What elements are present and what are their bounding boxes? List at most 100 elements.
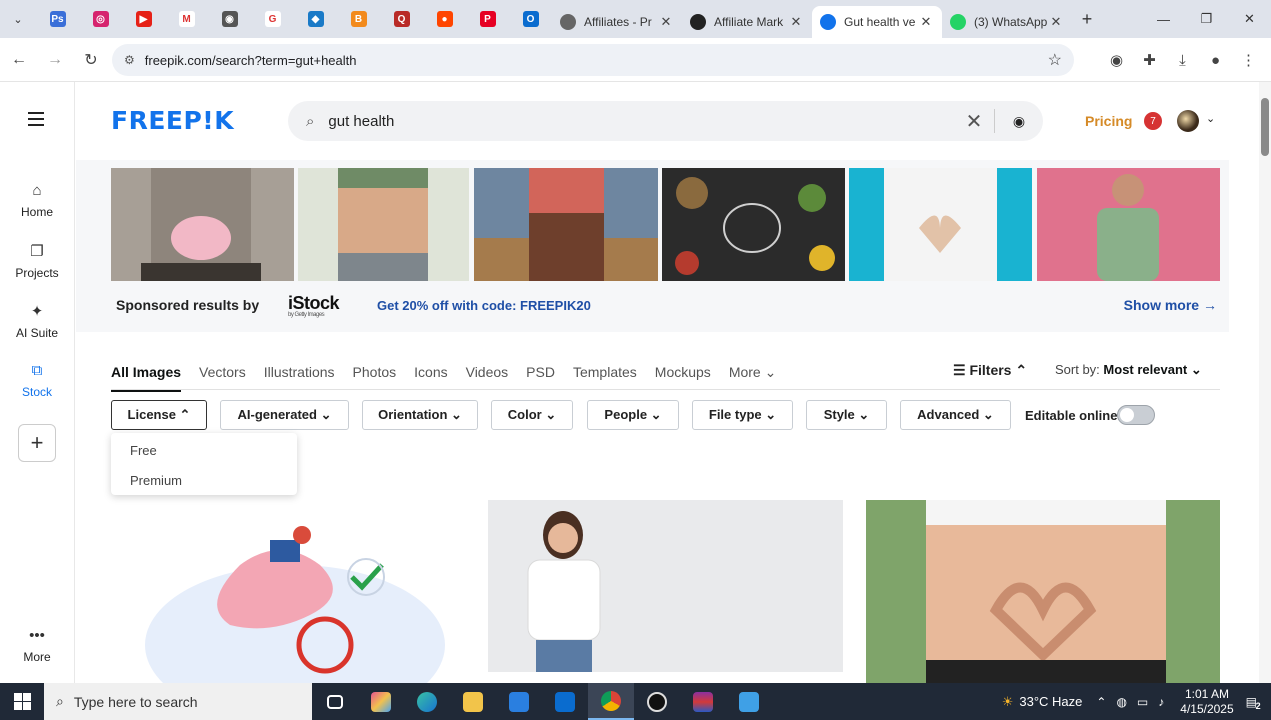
notification-badge[interactable]: 7 [1144, 112, 1162, 130]
recorder-icon[interactable] [634, 683, 680, 720]
taskbar-clock[interactable]: 1:01 AM 4/15/2025 [1180, 687, 1233, 717]
forward-icon[interactable]: → [38, 43, 72, 77]
result-photo-woman[interactable] [488, 500, 843, 672]
sidebar-item-more[interactable]: ••• More [0, 627, 74, 664]
sponsored-image-6[interactable] [1037, 168, 1220, 281]
edge-icon[interactable] [404, 683, 450, 720]
close-window-icon[interactable]: ✕ [1228, 0, 1271, 38]
tab-icons[interactable]: Icons [414, 364, 447, 392]
istock-logo[interactable]: iStock by Getty Images [288, 293, 340, 318]
page-scrollbar[interactable] [1259, 82, 1271, 683]
profile-avatar-icon[interactable]: ● [1199, 44, 1232, 76]
outlook-icon[interactable] [542, 683, 588, 720]
tab-vectors[interactable]: Vectors [199, 364, 246, 392]
chrome-icon[interactable] [588, 683, 634, 720]
menu-icon[interactable] [28, 112, 44, 130]
download-icon[interactable]: ⤓ [1166, 44, 1199, 76]
winrar-icon[interactable] [680, 683, 726, 720]
search-bar[interactable]: ⌕ gut health ✕ ◉ [288, 101, 1043, 141]
photos-icon[interactable] [726, 683, 772, 720]
action-center-icon[interactable]: ▤ 2 [1246, 695, 1261, 711]
tab-search-chevron-icon[interactable]: ⌄ [0, 0, 36, 38]
clear-search-icon[interactable]: ✕ [954, 109, 994, 134]
avatar[interactable] [1177, 110, 1199, 132]
weather-widget[interactable]: ☀ 33°C Haze [1002, 694, 1083, 710]
reload-icon[interactable]: ↻ [74, 43, 108, 77]
tab-psd[interactable]: PSD [526, 364, 555, 392]
browser-tab[interactable]: Affiliates - Pr ✕ [552, 6, 682, 38]
new-tab-button[interactable]: + [1072, 0, 1102, 38]
screenshot-icon[interactable]: ◉ [1100, 44, 1133, 76]
tab-pinned-gmail[interactable]: M [165, 0, 208, 38]
browser-tab[interactable]: Gut health ve ✕ [812, 6, 942, 38]
start-button[interactable] [0, 683, 44, 720]
result-photo-belly-heart[interactable] [866, 500, 1220, 683]
editable-online-toggle[interactable] [1117, 405, 1155, 425]
tab-photos[interactable]: Photos [353, 364, 397, 392]
tab-pinned-instagram[interactable]: ◎ [79, 0, 122, 38]
sidebar-item-projects[interactable]: ❐ Projects [0, 242, 74, 280]
sponsored-image-3[interactable] [474, 168, 658, 281]
create-plus-button[interactable]: + [18, 424, 56, 462]
sidebar-item-home[interactable]: ⌂ Home [0, 182, 74, 219]
show-more-link[interactable]: Show more → [1124, 297, 1217, 313]
tab-all-images[interactable]: All Images [111, 364, 182, 392]
filter-ai-generated[interactable]: AI-generated ⌄ [220, 400, 349, 430]
copilot-icon[interactable] [358, 683, 404, 720]
filters-button[interactable]: ☰ Filters ⌃ [953, 362, 1027, 379]
tab-pinned-quora[interactable]: Q [380, 0, 423, 38]
tab-pinned-blogger[interactable]: B [337, 0, 380, 38]
battery-icon[interactable]: ▭ [1137, 695, 1148, 709]
tab-pinned-pinterest[interactable]: P [466, 0, 509, 38]
freepik-logo[interactable]: FREEP!K [111, 106, 234, 135]
bookmark-star-icon[interactable]: ☆ [1048, 50, 1062, 70]
filter-color[interactable]: Color ⌄ [491, 400, 573, 430]
pricing-link[interactable]: Pricing [1085, 113, 1132, 129]
sponsored-image-2[interactable] [298, 168, 469, 281]
tab-pinned-1[interactable]: Ps [36, 0, 79, 38]
sponsored-image-1[interactable] [111, 168, 294, 281]
extensions-icon[interactable]: ✚ [1133, 44, 1166, 76]
close-tab-icon[interactable]: ✕ [918, 14, 934, 30]
close-tab-icon[interactable]: ✕ [658, 14, 674, 30]
filter-advanced[interactable]: Advanced ⌄ [900, 400, 1011, 430]
site-info-icon[interactable]: ⚙ [124, 53, 135, 67]
sidebar-item-ai-suite[interactable]: ✦ AI Suite [0, 302, 74, 340]
browser-tab[interactable]: Affiliate Mark ✕ [682, 6, 812, 38]
tab-pinned-youtube[interactable]: ▶ [122, 0, 165, 38]
filter-license[interactable]: License ⌃ [111, 400, 207, 430]
file-explorer-icon[interactable] [450, 683, 496, 720]
volume-icon[interactable]: ♪ [1158, 695, 1164, 709]
tab-videos[interactable]: Videos [466, 364, 509, 392]
chevron-down-icon[interactable]: ⌄ [1206, 112, 1215, 125]
network-icon[interactable]: ◍ [1116, 695, 1126, 709]
tab-illustrations[interactable]: Illustrations [264, 364, 335, 392]
minimize-icon[interactable]: — [1142, 0, 1185, 38]
promo-code-link[interactable]: Get 20% off with code: FREEPIK20 [377, 298, 591, 313]
camera-search-icon[interactable]: ◉ [995, 113, 1043, 130]
browser-tab[interactable]: (3) WhatsApp ✕ [942, 6, 1072, 38]
sort-dropdown[interactable]: Sort by: Most relevant ⌄ [1055, 362, 1202, 378]
address-bar[interactable]: ⚙ freepik.com/search?term=gut+health ☆ [112, 44, 1074, 76]
tab-pinned-google[interactable]: G [251, 0, 294, 38]
tab-mockups[interactable]: Mockups [655, 364, 711, 392]
close-tab-icon[interactable]: ✕ [788, 14, 804, 30]
result-illustration-gut[interactable] [130, 505, 460, 683]
restore-icon[interactable]: ❐ [1185, 0, 1228, 38]
tab-pinned-5[interactable]: ◉ [208, 0, 251, 38]
tab-pinned-7[interactable]: ◆ [294, 0, 337, 38]
back-icon[interactable]: ← [2, 43, 36, 77]
close-tab-icon[interactable]: ✕ [1048, 14, 1064, 30]
sponsored-image-5[interactable] [849, 168, 1032, 281]
filter-people[interactable]: People ⌄ [587, 400, 679, 430]
search-input[interactable]: gut health [328, 113, 954, 130]
taskbar-search[interactable]: ⌕ Type here to search [44, 683, 312, 720]
browser-menu-icon[interactable]: ⋮ [1232, 44, 1265, 76]
tab-more[interactable]: More ⌄ [729, 364, 777, 392]
task-view-icon[interactable] [312, 683, 358, 720]
filter-style[interactable]: Style ⌄ [806, 400, 887, 430]
license-option-premium[interactable]: Premium [130, 473, 182, 488]
store-icon[interactable] [496, 683, 542, 720]
tab-templates[interactable]: Templates [573, 364, 637, 392]
sponsored-image-4[interactable] [662, 168, 845, 281]
